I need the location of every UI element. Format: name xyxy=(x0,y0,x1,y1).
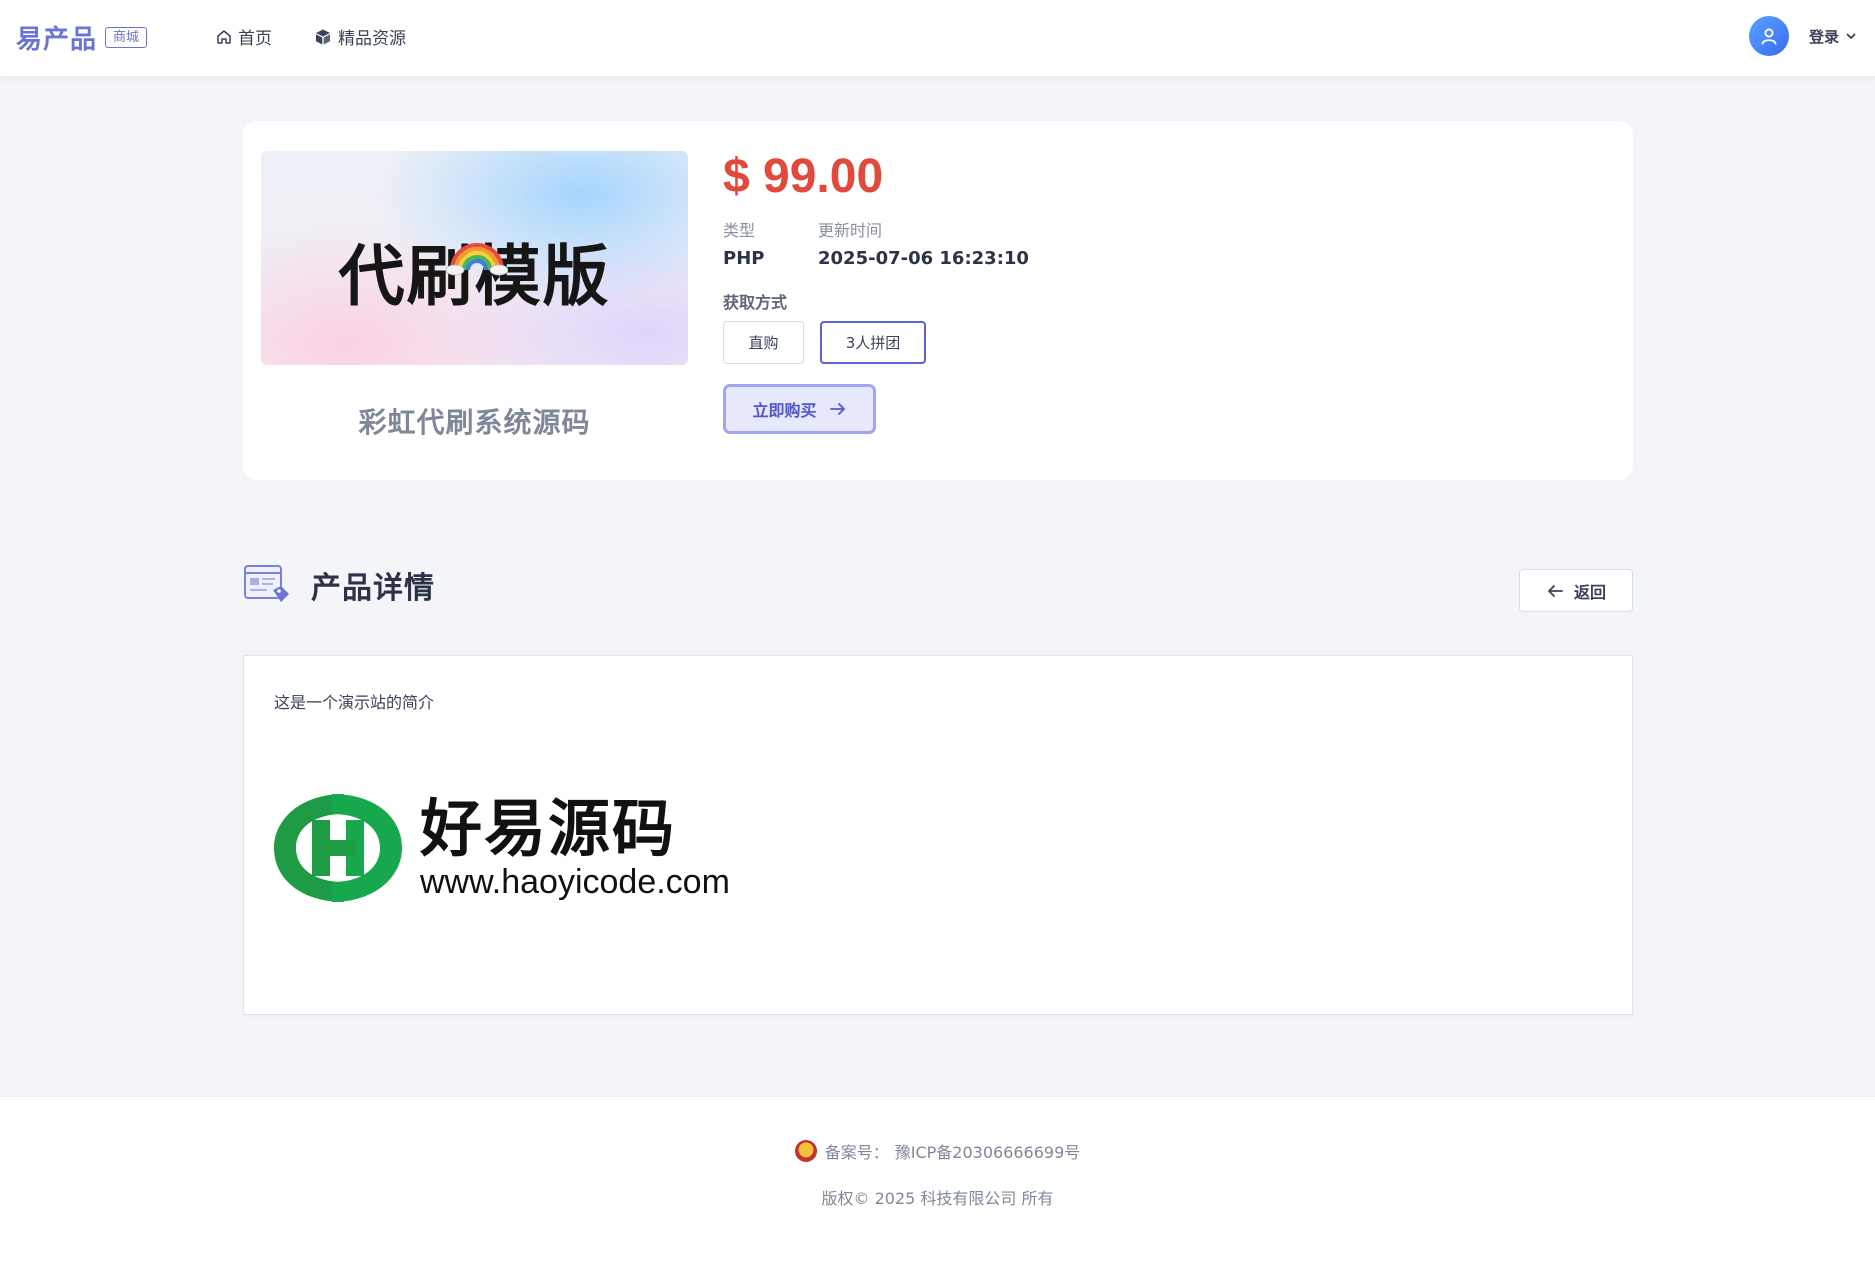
beian-link[interactable]: 豫ICP备20306666699号 xyxy=(895,1139,1081,1163)
police-badge-icon xyxy=(794,1140,817,1162)
icp-record: 备案号： 豫ICP备20306666699号 xyxy=(0,1139,1875,1163)
updated-value: 2025-07-06 16:23:10 xyxy=(818,248,1029,269)
beian-label: 备案号： xyxy=(824,1143,889,1162)
nav-item-label: 首页 xyxy=(238,29,272,49)
login-label: 登录 xyxy=(1808,27,1839,46)
arrow-left-icon xyxy=(1548,584,1563,597)
option-direct-buy[interactable]: 直购 xyxy=(723,321,804,364)
nav-item-resources[interactable]: 精品资源 xyxy=(314,24,406,49)
nav-item-label: 精品资源 xyxy=(338,29,406,49)
logo-url: www.haoyicode.com xyxy=(420,863,730,901)
nav-item-home[interactable]: 首页 xyxy=(216,24,272,49)
brand-logo-image: 好易源码 www.haoyicode.com xyxy=(270,786,730,910)
user-menu: 登录 xyxy=(1748,16,1857,56)
copyright: 版权© 2025 科技有限公司 所有 xyxy=(821,1189,1054,1208)
purchase-method-label: 获取方式 xyxy=(723,293,788,312)
brand-name: 易产品 xyxy=(16,25,98,55)
brand-logo[interactable]: 易产品 商城 xyxy=(16,19,148,56)
haoyi-logo-icon xyxy=(274,794,402,902)
logo-text: 好易源码 xyxy=(420,792,677,865)
product-title: 彩虹代刷系统源码 xyxy=(358,406,591,439)
type-value: PHP xyxy=(723,248,765,269)
section-title: 产品详情 xyxy=(311,571,435,606)
rainbow-icon xyxy=(446,243,508,276)
details-header: 产品详情 xyxy=(243,563,435,607)
user-icon xyxy=(1761,28,1777,45)
product-card: 代刷模版 彩虹代刷系统源码 $ 99.00 类型 更新时间 PHP 2025-0… xyxy=(243,121,1633,480)
back-button[interactable]: 返回 xyxy=(1519,569,1633,612)
footer: 备案号： 豫ICP备20306666699号 版权© 2025 科技有限公司 所… xyxy=(0,1096,1875,1273)
chevron-down-icon xyxy=(1846,33,1856,39)
login-dropdown[interactable]: 登录 xyxy=(1809,26,1857,47)
type-label: 类型 xyxy=(723,221,756,240)
brand-badge: 商城 xyxy=(105,27,148,48)
option-group-buy[interactable]: 3人拼团 xyxy=(820,321,926,364)
arrow-right-icon xyxy=(829,403,845,415)
home-icon xyxy=(217,29,231,44)
product-details-icon xyxy=(244,565,289,602)
buy-now-button[interactable]: 立即购买 xyxy=(723,384,876,434)
product-price: $ 99.00 xyxy=(723,150,884,203)
product-intro: 这是一个演示站的简介 xyxy=(274,693,435,712)
top-navbar: 易产品 商城 首页 精品资源 登录 xyxy=(0,0,1875,77)
product-cover-image[interactable]: 代刷模版 xyxy=(261,151,688,365)
updated-label: 更新时间 xyxy=(818,221,883,240)
back-label: 返回 xyxy=(1573,582,1606,602)
buy-now-label: 立即购买 xyxy=(752,401,817,420)
avatar[interactable] xyxy=(1748,16,1789,56)
box-icon xyxy=(316,29,330,44)
main-nav: 首页 精品资源 xyxy=(216,24,448,49)
product-details-content: 这是一个演示站的简介 好易源码 www.haoyicode.com xyxy=(243,655,1633,1015)
